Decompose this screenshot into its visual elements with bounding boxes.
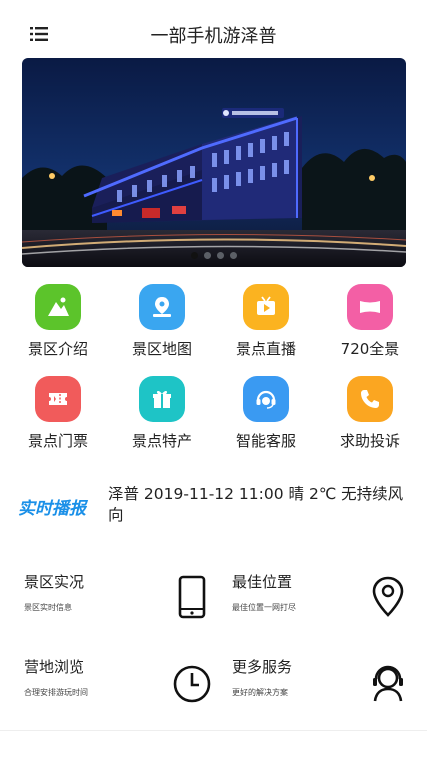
- banner-carousel[interactable]: [22, 58, 406, 267]
- live-news-text: 泽普 2019-11-12 11:00 晴 2℃ 无持续风向: [108, 485, 404, 524]
- service-smart-support[interactable]: 智能客服: [216, 376, 316, 451]
- panorama-icon: [347, 284, 393, 330]
- service-label: 智能客服: [235, 432, 296, 450]
- card-title: 景区实况: [24, 573, 85, 591]
- service-tickets[interactable]: 景点门票: [8, 376, 108, 451]
- mountain-icon: [35, 284, 81, 330]
- service-live-stream[interactable]: 景点直播: [216, 284, 316, 359]
- clock-icon: [173, 665, 211, 703]
- map-pin-icon: [139, 284, 185, 330]
- service-label: 求助投诉: [339, 432, 400, 450]
- banner-photo: [22, 58, 406, 267]
- service-specialties[interactable]: 景点特产: [112, 376, 212, 451]
- headset-icon: [243, 376, 289, 422]
- carousel-dot[interactable]: [230, 252, 237, 259]
- bottom-divider: [0, 730, 427, 731]
- carousel-dot[interactable]: [204, 252, 211, 259]
- card-subtitle: 更好的解决方案: [232, 688, 288, 697]
- ticket-icon: [35, 376, 81, 422]
- page-title: 一部手机游泽普: [150, 26, 277, 47]
- service-panorama[interactable]: 720全景: [320, 284, 420, 359]
- card-more-services[interactable]: 更多服务 更好的解决方案: [232, 656, 422, 726]
- service-label: 景区介绍: [27, 340, 88, 358]
- service-label: 景点特产: [131, 432, 192, 450]
- play-tv-icon: [243, 284, 289, 330]
- smartphone-icon: [178, 575, 206, 619]
- card-title: 最佳位置: [232, 573, 293, 591]
- card-title: 营地浏览: [24, 658, 85, 676]
- carousel-dot[interactable]: [217, 252, 224, 259]
- service-label: 景点门票: [27, 432, 88, 450]
- card-camp-browse[interactable]: 营地浏览 合理安排游玩时间: [24, 656, 214, 726]
- card-best-location[interactable]: 最佳位置 最佳位置一网打尽: [232, 571, 422, 641]
- card-title: 更多服务: [232, 658, 293, 676]
- card-subtitle: 合理安排游玩时间: [24, 688, 88, 697]
- support-agent-icon: [373, 665, 403, 702]
- card-subtitle: 最佳位置一网打尽: [232, 603, 296, 612]
- service-label: 景区地图: [131, 340, 192, 358]
- header: 一部手机游泽普: [0, 0, 427, 62]
- gift-icon: [139, 376, 185, 422]
- service-scenic-intro[interactable]: 景区介绍: [8, 284, 108, 359]
- phone-icon: [347, 376, 393, 422]
- service-label: 景点直播: [235, 340, 296, 358]
- carousel-dots: [22, 252, 406, 259]
- service-scenic-map[interactable]: 景区地图: [112, 284, 212, 359]
- service-label: 720全景: [340, 340, 400, 358]
- card-scenic-status[interactable]: 景区实况 景区实时信息: [24, 571, 214, 641]
- location-pin-icon: [372, 576, 404, 617]
- live-news-bar[interactable]: 实时播报 泽普 2019-11-12 11:00 晴 2℃ 无持续风向: [0, 482, 427, 532]
- card-subtitle: 景区实时信息: [24, 603, 72, 612]
- live-news-logo: 实时播报: [18, 499, 86, 519]
- service-help-complaint[interactable]: 求助投诉: [320, 376, 420, 451]
- carousel-dot[interactable]: [191, 252, 198, 259]
